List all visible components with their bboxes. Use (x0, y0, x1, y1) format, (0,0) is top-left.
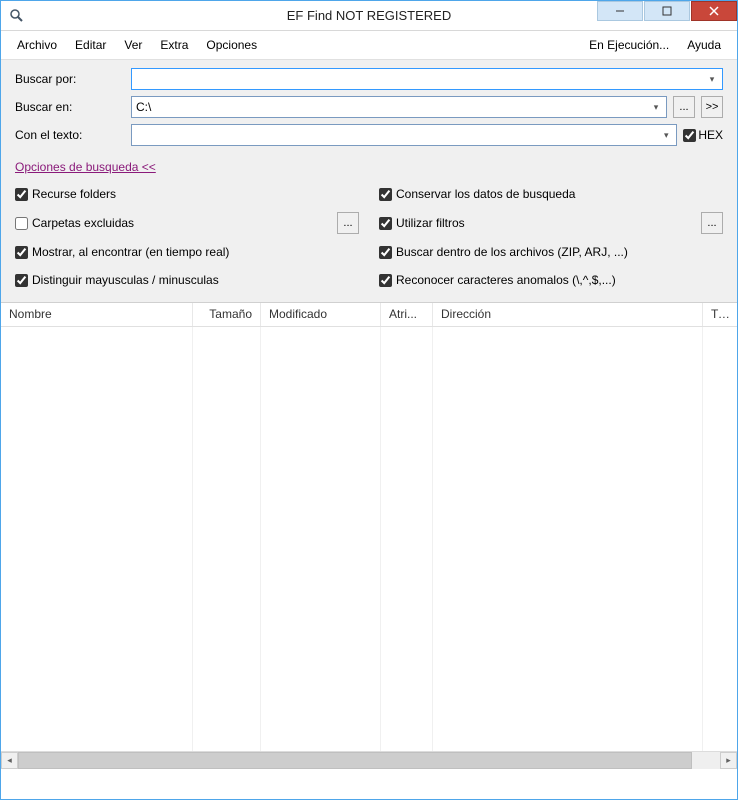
results-header: Nombre Tamaño Modificado Atri... Direcci… (1, 303, 737, 327)
maximize-button[interactable] (644, 1, 690, 21)
conservar-datos-checkbox[interactable] (379, 188, 392, 201)
buscar-dentro-checkbox[interactable] (379, 246, 392, 259)
distinguir-may-checkbox[interactable] (15, 274, 28, 287)
app-icon (9, 8, 25, 24)
buscar-en-value: C:\ (136, 100, 151, 114)
utilizar-filtros-button[interactable]: ... (701, 212, 723, 234)
hex-checkbox[interactable] (683, 129, 696, 142)
buscar-por-label: Buscar por: (15, 72, 125, 86)
utilizar-filtros-label: Utilizar filtros (396, 216, 465, 230)
close-button[interactable] (691, 1, 737, 21)
menu-ayuda[interactable]: Ayuda (679, 35, 729, 55)
forward-button[interactable]: >> (701, 96, 723, 118)
hex-label: HEX (698, 128, 723, 142)
mostrar-encontrar-checkbox[interactable] (15, 246, 28, 259)
col-nombre[interactable]: Nombre (1, 303, 193, 326)
menu-en-ejecucion[interactable]: En Ejecución... (581, 35, 677, 55)
scroll-track[interactable] (18, 752, 720, 769)
menu-extra[interactable]: Extra (152, 35, 196, 55)
window-controls (597, 1, 737, 30)
options-grid: Recurse folders Carpetas excluidas ... M… (15, 184, 723, 290)
recurse-folders-checkbox[interactable] (15, 188, 28, 201)
titlebar: EF Find NOT REGISTERED (1, 1, 737, 31)
carpetas-excluidas-label: Carpetas excluidas (32, 216, 134, 230)
scroll-thumb[interactable] (18, 752, 692, 769)
menubar: Archivo Editar Ver Extra Opciones En Eje… (1, 31, 737, 59)
col-modificado[interactable]: Modificado (261, 303, 381, 326)
mostrar-encontrar-label: Mostrar, al encontrar (en tiempo real) (32, 245, 229, 259)
search-options-link[interactable]: Opciones de busqueda << (15, 160, 156, 174)
con-texto-combo[interactable]: ▾ (131, 124, 677, 146)
reconocer-anom-label: Reconocer caracteres anomalos (\,^,$,...… (396, 273, 616, 287)
col-direccion[interactable]: Dirección (433, 303, 703, 326)
dropdown-arrow-icon: ▾ (648, 99, 664, 115)
horizontal-scrollbar[interactable]: ◂ ▸ (1, 751, 737, 768)
buscar-en-label: Buscar en: (15, 100, 125, 114)
dropdown-arrow-icon: ▾ (704, 71, 720, 87)
recurse-folders-label: Recurse folders (32, 187, 116, 201)
menu-archivo[interactable]: Archivo (9, 35, 65, 55)
search-form: Buscar por: ▾ Buscar en: C:\ ▾ ... >> Co… (1, 59, 737, 303)
menu-editar[interactable]: Editar (67, 35, 114, 55)
utilizar-filtros-checkbox[interactable] (379, 217, 392, 230)
con-texto-label: Con el texto: (15, 128, 125, 142)
carpetas-excluidas-button[interactable]: ... (337, 212, 359, 234)
reconocer-anom-checkbox[interactable] (379, 274, 392, 287)
menu-ver[interactable]: Ver (116, 35, 150, 55)
col-tamano[interactable]: Tamaño (193, 303, 261, 326)
hex-checkbox-wrap[interactable]: HEX (683, 128, 723, 142)
scroll-left-icon[interactable]: ◂ (1, 752, 18, 769)
menu-opciones[interactable]: Opciones (198, 35, 265, 55)
browse-button[interactable]: ... (673, 96, 695, 118)
dropdown-arrow-icon: ▾ (658, 127, 674, 143)
minimize-button[interactable] (597, 1, 643, 21)
distinguir-may-label: Distinguir mayusculas / minusculas (32, 273, 219, 287)
col-tip[interactable]: Tip (703, 303, 733, 326)
carpetas-excluidas-checkbox[interactable] (15, 217, 28, 230)
conservar-datos-label: Conservar los datos de busqueda (396, 187, 575, 201)
results-list: Nombre Tamaño Modificado Atri... Direcci… (1, 303, 737, 751)
scroll-right-icon[interactable]: ▸ (720, 752, 737, 769)
results-body (1, 327, 737, 751)
buscar-en-combo[interactable]: C:\ ▾ (131, 96, 667, 118)
buscar-por-combo[interactable]: ▾ (131, 68, 723, 90)
col-atri[interactable]: Atri... (381, 303, 433, 326)
buscar-dentro-label: Buscar dentro de los archivos (ZIP, ARJ,… (396, 245, 628, 259)
